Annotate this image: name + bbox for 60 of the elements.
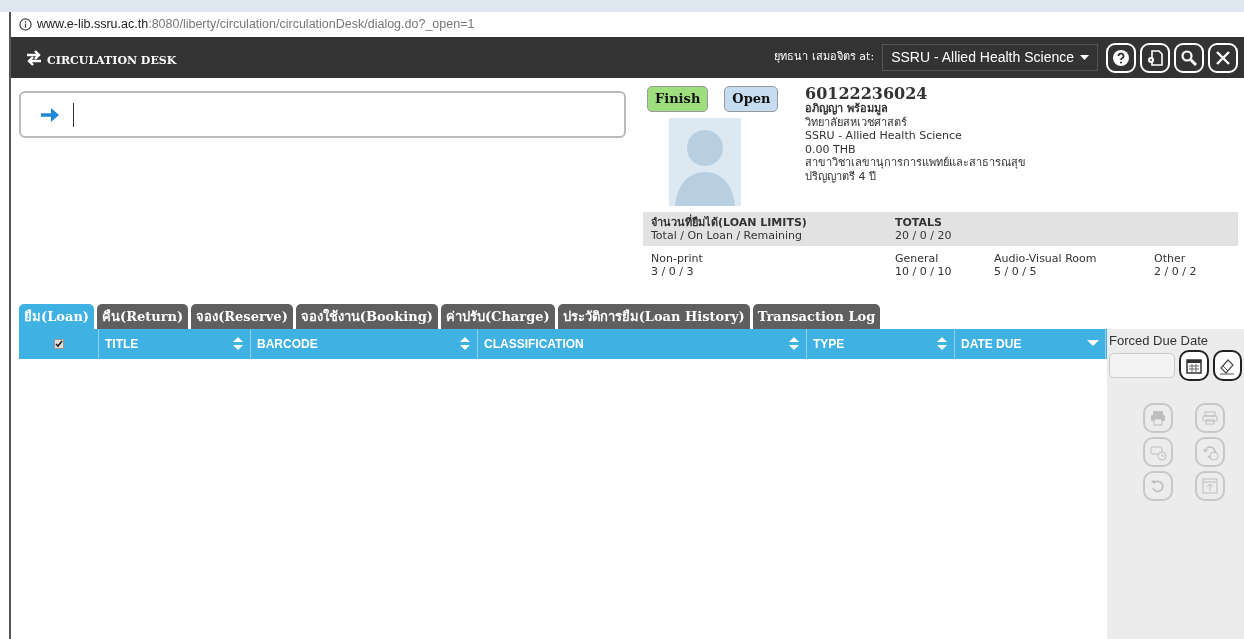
eraser-button[interactable]: [1212, 350, 1242, 381]
totals-label: TOTALS: [895, 215, 943, 229]
tab[interactable]: ประวัติการยืม(Loan History): [557, 303, 750, 329]
printer-clock-icon: [1149, 443, 1167, 461]
document-gear-button[interactable]: [1140, 42, 1170, 73]
tab[interactable]: คืน(Return): [97, 303, 189, 329]
loan-limits-subtitle: Total / On Loan / Remaining: [651, 228, 803, 242]
calendar-button[interactable]: [1179, 350, 1209, 381]
forced-due-date-label: Forced Due Date: [1109, 331, 1209, 350]
app-title: CIRCULATION DESK: [47, 53, 177, 70]
patron-detail: วิทยาลัยสหเวชศาสตร์: [805, 115, 908, 129]
tab[interactable]: Transaction Log: [752, 303, 881, 329]
sort-icon[interactable]: [936, 336, 948, 351]
category-name: Audio-Visual Room: [994, 251, 1098, 265]
printer-icon: [1149, 409, 1167, 427]
sort-icon[interactable]: [459, 336, 471, 351]
patron-detail: สาขาวิชาเลขานุการการแพทย์และสาธารณสุข: [805, 156, 1026, 170]
finish-button[interactable]: Finish: [647, 86, 709, 112]
category-name: Other: [1154, 251, 1187, 265]
close-button[interactable]: [1208, 42, 1238, 73]
upload-icon: [1201, 477, 1219, 495]
category-name: Non-print: [651, 251, 704, 265]
category-value: 5 / 0 / 5: [994, 264, 1038, 278]
url-text[interactable]: www.e-lib.ssru.ac.th:8080/liberty/circulation/circulationDesk/dialog.do?_open=1: [37, 15, 475, 34]
caret-icon: [1080, 55, 1089, 60]
category-value: 2 / 0 / 2: [1154, 264, 1198, 278]
tab[interactable]: ค่าปรับ(Charge): [440, 303, 555, 329]
help-button[interactable]: [1106, 42, 1136, 73]
open-button[interactable]: Open: [724, 86, 779, 112]
category-name: General: [895, 251, 940, 265]
arrow-right-icon: [41, 107, 59, 122]
info-icon: [19, 18, 32, 31]
category-value: 3 / 0 / 3: [651, 264, 695, 278]
tab[interactable]: จอง(Reserve): [191, 303, 293, 329]
refresh-clock-icon: [1201, 443, 1219, 461]
forced-due-date-field[interactable]: [1109, 353, 1175, 378]
calendar-icon: [1185, 357, 1202, 374]
loan-limits-title: จำนวนที่ยืมได้(LOAN LIMITS): [651, 215, 808, 229]
question-icon: [1112, 48, 1130, 67]
patron-detail: 0.00 THB: [805, 142, 857, 156]
sort-icon[interactable]: [788, 336, 800, 351]
avatar-placeholder-icon: [669, 117, 741, 206]
location-dropdown[interactable]: SSRU - Allied Health Science: [882, 44, 1098, 71]
user-label: ยุทธนา เสมอจิตร at:: [774, 49, 875, 66]
swap-arrows-icon: [25, 49, 43, 66]
patron-detail: ปริญญาตรี 4 ปี: [805, 169, 877, 183]
patron-detail: SSRU - Allied Health Science: [805, 129, 963, 143]
search-icon: [1180, 48, 1198, 67]
patron-barcode: 60122236024: [805, 86, 929, 102]
barcode-input-field[interactable]: [19, 91, 626, 138]
select-all-checkbox[interactable]: [53, 338, 64, 349]
category-value: 10 / 0 / 10: [895, 264, 953, 278]
document-gear-icon: [1146, 48, 1164, 67]
search-button[interactable]: [1174, 42, 1204, 73]
sort-icon[interactable]: [232, 336, 244, 351]
tab[interactable]: จองใช้งาน(Booking): [295, 303, 438, 329]
printer-icon: [1201, 409, 1219, 427]
patron-name: อภิญญา พร้อมมูล: [805, 102, 888, 116]
totals-value: 20 / 0 / 20: [895, 228, 952, 242]
close-icon: [1214, 48, 1232, 67]
